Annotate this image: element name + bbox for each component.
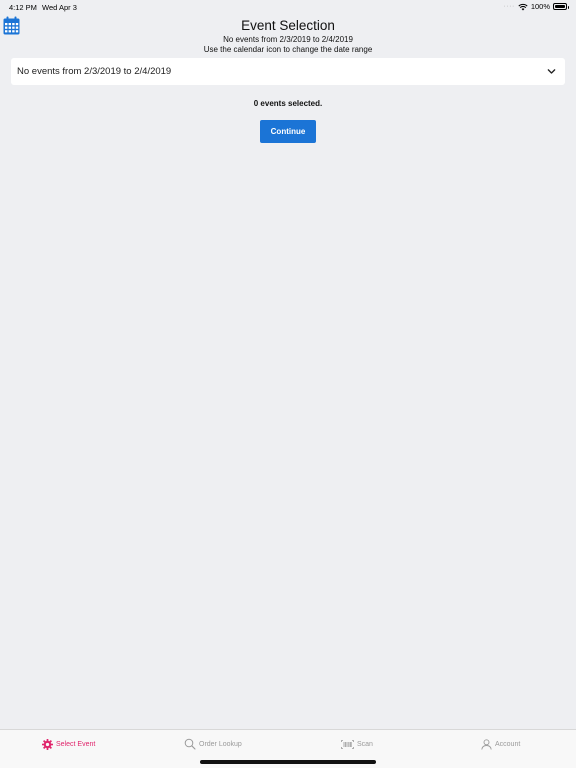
page-title: Event Selection (241, 18, 335, 33)
screen: 4:12 PM Wed Apr 3 ···· 100% Event Select… (0, 0, 576, 768)
status-indicators: ···· 100% (503, 2, 569, 11)
home-indicator (200, 760, 376, 764)
multitasking-dots-icon: ···· (503, 3, 515, 10)
search-icon (184, 738, 196, 750)
calendar-hint: Use the calendar icon to change the date… (203, 45, 373, 54)
tab-label: Select Event (56, 740, 96, 748)
battery-percent: 100% (530, 2, 550, 11)
tab-label: Scan (357, 740, 373, 748)
header: Event Selection No events from 2/3/2019 … (0, 17, 576, 55)
selected-count: 0 events selected. (253, 99, 323, 108)
wifi-icon (518, 3, 528, 10)
continue-button[interactable]: Continue (260, 120, 316, 143)
tab-label: Account (495, 740, 521, 748)
barcode-icon (341, 739, 354, 749)
status-bar: 4:12 PM Wed Apr 3 ···· 100% (0, 0, 576, 14)
status-date: Wed Apr 3 (42, 3, 77, 12)
person-icon (481, 738, 492, 750)
tab-label: Order Lookup (199, 740, 242, 748)
tab-account[interactable]: Account (481, 737, 520, 751)
status-time: 4:12 PM (9, 3, 37, 12)
tab-select-event[interactable]: Select Event (42, 737, 95, 751)
battery-icon (553, 3, 569, 10)
chevron-down-icon (547, 69, 556, 74)
gear-icon (42, 738, 53, 750)
event-dropdown[interactable]: No events from 2/3/2019 to 2/4/2019 (11, 58, 565, 85)
tab-scan[interactable]: Scan (341, 737, 373, 751)
event-dropdown-value: No events from 2/3/2019 to 2/4/2019 (17, 66, 172, 77)
date-range-subtitle: No events from 2/3/2019 to 2/4/2019 (223, 35, 353, 44)
tab-order-lookup[interactable]: Order Lookup (184, 737, 242, 751)
